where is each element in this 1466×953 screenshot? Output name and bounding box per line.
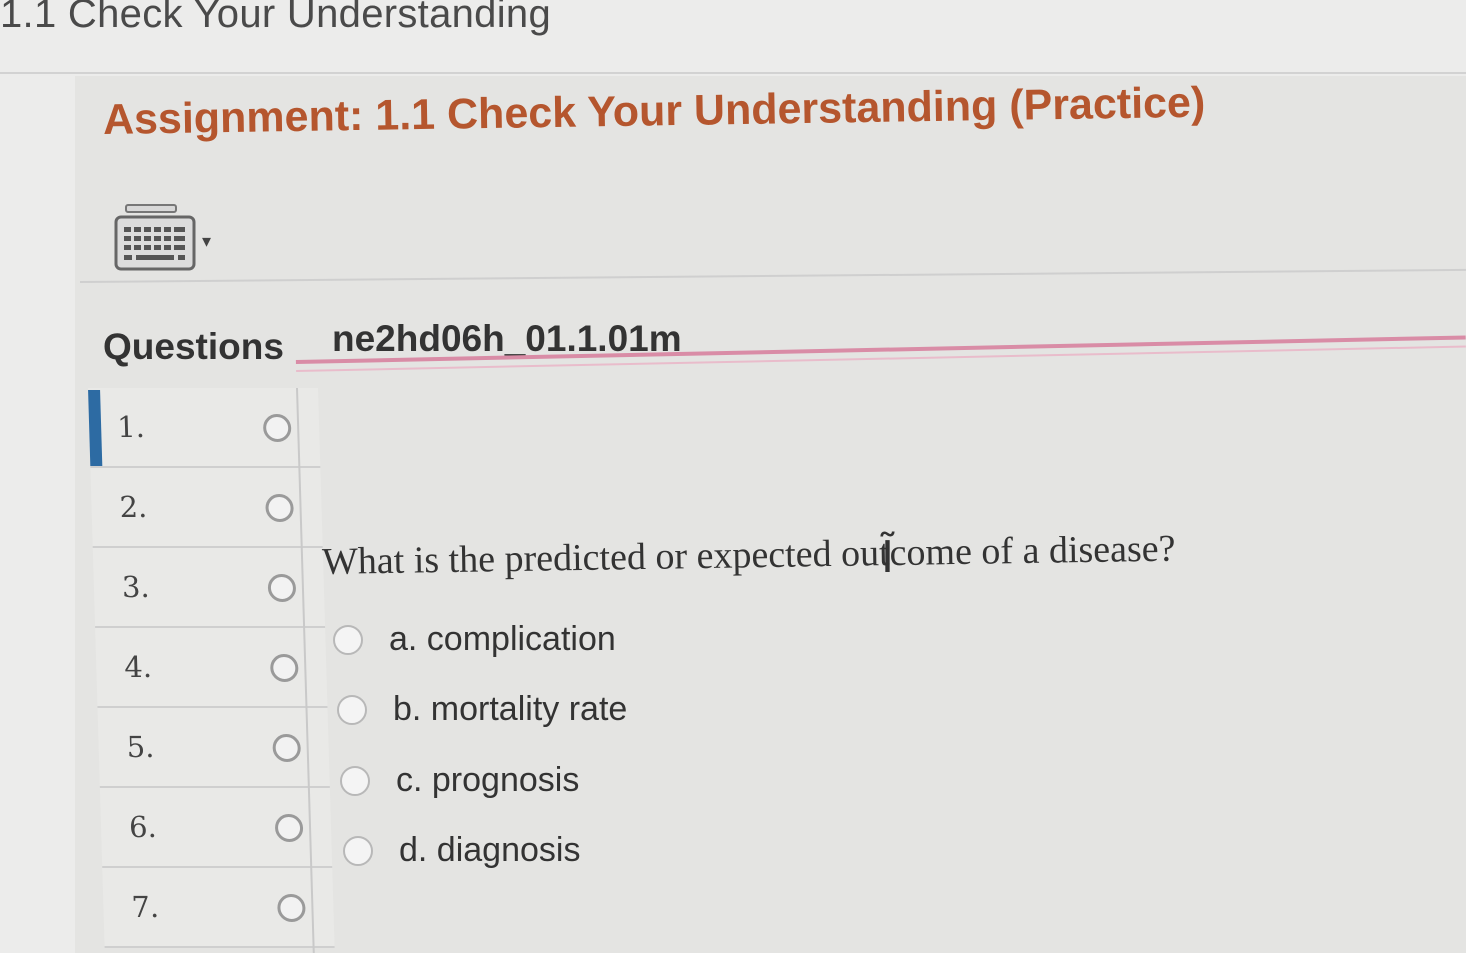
radio-button[interactable] bbox=[337, 694, 367, 725]
status-circle-icon bbox=[262, 414, 292, 442]
answer-label: c. prognosis bbox=[396, 761, 580, 799]
keyboard-icon bbox=[114, 204, 196, 271]
question-number: 1. bbox=[116, 410, 146, 444]
question-nav-item-5[interactable]: 5. bbox=[97, 708, 330, 788]
status-circle-icon bbox=[272, 734, 302, 762]
question-number: 7. bbox=[130, 890, 160, 924]
answer-label: a. complication bbox=[389, 620, 616, 658]
question-number: 4. bbox=[123, 650, 153, 684]
question-number: 6. bbox=[128, 810, 158, 844]
caret-down-icon: ▾ bbox=[202, 230, 212, 251]
answer-label: d. diagnosis bbox=[399, 831, 581, 869]
status-circle-icon bbox=[267, 574, 297, 602]
status-circle-icon bbox=[269, 654, 299, 682]
radio-button[interactable] bbox=[333, 624, 363, 655]
radio-button[interactable] bbox=[343, 835, 373, 866]
question-nav-item-4[interactable]: 4. bbox=[95, 628, 328, 708]
questions-list: 1. 2. 3. 4. 5. 6. 7. bbox=[88, 388, 335, 953]
question-number: 2. bbox=[119, 490, 148, 524]
page-title: 1.1 Check Your Understanding bbox=[0, 0, 551, 36]
title-divider bbox=[0, 72, 1466, 74]
answer-option-c[interactable]: c. prognosis bbox=[340, 761, 579, 800]
keyboard-dropdown-button[interactable]: ▾ bbox=[112, 198, 232, 278]
text-cursor-icon: Ĩ bbox=[881, 532, 894, 583]
answer-label: b. mortality rate bbox=[393, 690, 628, 728]
status-circle-icon bbox=[274, 814, 304, 842]
question-number: 5. bbox=[126, 730, 155, 764]
status-circle-icon bbox=[277, 894, 306, 922]
answer-option-d[interactable]: d. diagnosis bbox=[343, 831, 580, 870]
radio-button[interactable] bbox=[340, 765, 370, 796]
question-nav-item-1[interactable]: 1. bbox=[88, 388, 321, 468]
question-nav-item-2[interactable]: 2. bbox=[90, 468, 323, 548]
answer-option-b[interactable]: b. mortality rate bbox=[337, 690, 627, 729]
status-circle-icon bbox=[265, 494, 294, 522]
answer-option-a[interactable]: a. complication bbox=[333, 620, 616, 659]
questions-heading: Questions bbox=[103, 326, 284, 367]
question-nav-item-6[interactable]: 6. bbox=[99, 788, 333, 868]
question-nav-item-7[interactable]: 7. bbox=[102, 868, 335, 948]
question-nav-item-3[interactable]: 3. bbox=[92, 548, 326, 628]
question-number: 3. bbox=[121, 570, 151, 604]
